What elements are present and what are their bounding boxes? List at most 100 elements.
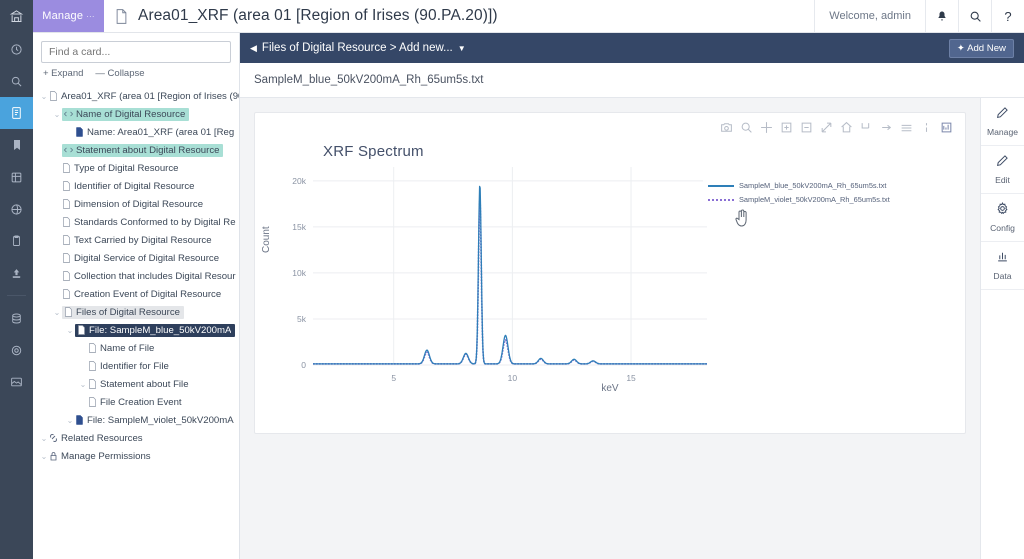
tree-expand-toggle-icon[interactable]: ⌄ bbox=[78, 380, 88, 389]
y-tick-label: 15k bbox=[292, 222, 306, 232]
tree-node-content[interactable]: File: SampleM_violet_50kV200mA bbox=[75, 415, 234, 426]
tree-node[interactable]: Statement about Digital Resource bbox=[33, 141, 239, 159]
rail-item-bookmark[interactable] bbox=[0, 129, 33, 161]
tree-node-content[interactable]: Name of File bbox=[88, 343, 154, 354]
tree-node[interactable]: ⌄Related Resources bbox=[33, 429, 239, 447]
tree-node[interactable]: Standards Conformed to by Digital Re bbox=[33, 213, 239, 231]
manage-tab-overflow-icon[interactable]: ··· bbox=[86, 12, 95, 21]
tool-edit[interactable]: Edit bbox=[981, 146, 1024, 194]
upload-icon bbox=[10, 267, 23, 280]
collapse-button[interactable]: — Collapse bbox=[95, 68, 144, 79]
search-button[interactable] bbox=[958, 0, 991, 32]
tree-node-content[interactable]: Standards Conformed to by Digital Re bbox=[62, 217, 236, 228]
plotly-logo-icon[interactable] bbox=[940, 121, 953, 134]
tree-node[interactable]: ⌄Area01_XRF (area 01 [Region of Irises (… bbox=[33, 87, 239, 105]
tree-node[interactable]: ⌄Files of Digital Resource bbox=[33, 303, 239, 321]
tree-expand-toggle-icon[interactable]: ⌄ bbox=[52, 308, 62, 317]
tree-node-content[interactable]: Digital Service of Digital Resource bbox=[62, 253, 219, 264]
expand-button[interactable]: + Expand bbox=[43, 68, 83, 79]
tree-node[interactable]: Type of Digital Resource bbox=[33, 159, 239, 177]
tree-expand-toggle-icon[interactable]: ⌄ bbox=[39, 434, 49, 443]
tree-node-content[interactable]: Dimension of Digital Resource bbox=[62, 199, 203, 210]
tree-node[interactable]: ⌄ File: SampleM_violet_50kV200mA bbox=[33, 411, 239, 429]
notifications-button[interactable] bbox=[925, 0, 958, 32]
page-icon bbox=[64, 307, 73, 317]
tree-node-content[interactable]: Name of Digital Resource bbox=[62, 108, 189, 121]
tree-node-content[interactable]: Type of Digital Resource bbox=[62, 163, 179, 174]
tree-node-content[interactable]: Statement about File bbox=[88, 379, 189, 390]
rail-item-globe[interactable] bbox=[0, 193, 33, 225]
page-icon bbox=[88, 343, 97, 353]
tool-data[interactable]: Data bbox=[981, 242, 1024, 290]
tool-config[interactable]: Config bbox=[981, 194, 1024, 242]
legend-label-blue: SampleM_blue_50kV200mA_Rh_65um5s.txt bbox=[739, 179, 887, 193]
tree-node-label: File: SampleM_violet_50kV200mA bbox=[87, 415, 234, 426]
rail-item-search[interactable] bbox=[0, 65, 33, 97]
tree-expand-toggle-icon[interactable]: ⌄ bbox=[52, 110, 62, 119]
rail-item-grid[interactable] bbox=[0, 161, 33, 193]
tree-node[interactable]: Text Carried by Digital Resource bbox=[33, 231, 239, 249]
rail-item-settings[interactable] bbox=[0, 334, 33, 366]
spectrum-svg: 05k10k15k20k51015 bbox=[255, 113, 905, 434]
tree-expand-toggle-icon[interactable]: ⌄ bbox=[39, 92, 49, 101]
tree-node[interactable]: ⌄Name of Digital Resource bbox=[33, 105, 239, 123]
tree-node-label: Creation Event of Digital Resource bbox=[74, 289, 221, 300]
legend-item-violet[interactable]: SampleM_violet_50kV200mA_Rh_65um5s.txt bbox=[708, 193, 890, 207]
tree-node-content[interactable]: Identifier for File bbox=[88, 361, 169, 372]
rail-item-database[interactable] bbox=[0, 302, 33, 334]
manage-tab[interactable]: Manage ··· bbox=[33, 0, 104, 32]
tree-node[interactable]: Identifier of Digital Resource bbox=[33, 177, 239, 195]
tree-node[interactable]: ⌄File: SampleM_blue_50kV200mA bbox=[33, 321, 239, 339]
rail-item-upload[interactable] bbox=[0, 257, 33, 289]
vertical-bar-icon[interactable] bbox=[920, 121, 933, 134]
tree-node-content[interactable]: Text Carried by Digital Resource bbox=[62, 235, 212, 246]
tree-expand-toggle-icon[interactable]: ⌄ bbox=[65, 416, 75, 425]
app-logo[interactable] bbox=[0, 0, 33, 33]
tree-node[interactable]: Creation Event of Digital Resource bbox=[33, 285, 239, 303]
tree-node[interactable]: ⌄Statement about File bbox=[33, 375, 239, 393]
tree-node[interactable]: Collection that includes Digital Resour bbox=[33, 267, 239, 285]
add-new-button[interactable]: ✦ Add New bbox=[949, 39, 1014, 58]
tree-node[interactable]: File Creation Event bbox=[33, 393, 239, 411]
tree-node-content[interactable]: Collection that includes Digital Resour bbox=[62, 271, 236, 282]
tree-node[interactable]: Identifier for File bbox=[33, 357, 239, 375]
rail-item-clipboard[interactable] bbox=[0, 225, 33, 257]
page-icon bbox=[62, 289, 71, 299]
tool-manage[interactable]: Manage bbox=[981, 98, 1024, 146]
chevron-left-icon[interactable]: ◀ bbox=[250, 43, 257, 54]
breadcrumb-text[interactable]: Files of Digital Resource > Add new... bbox=[262, 42, 453, 54]
chevron-down-icon[interactable]: ▼ bbox=[458, 44, 466, 53]
rail-item-clock[interactable] bbox=[0, 33, 33, 65]
tree-node-content[interactable]: Statement about Digital Resource bbox=[62, 144, 223, 157]
tree-node-content[interactable]: File: SampleM_blue_50kV200mA bbox=[75, 324, 235, 337]
rail-item-images[interactable] bbox=[0, 366, 33, 398]
tree-node-content[interactable]: Creation Event of Digital Resource bbox=[62, 289, 221, 300]
help-button[interactable]: ? bbox=[991, 0, 1024, 32]
rail-item-cards[interactable] bbox=[0, 97, 33, 129]
page-icon bbox=[62, 199, 71, 209]
tree-node-content[interactable]: Related Resources bbox=[49, 433, 143, 444]
search-input[interactable] bbox=[41, 41, 231, 63]
tree-node-content[interactable]: Area01_XRF (area 01 [Region of Irises (9… bbox=[49, 91, 239, 102]
tree-node-content[interactable]: Files of Digital Resource bbox=[62, 306, 184, 319]
tree-node-content[interactable]: Manage Permissions bbox=[49, 451, 151, 462]
top-bar-actions: Welcome, admin ? bbox=[814, 0, 1024, 32]
tree-node[interactable]: Digital Service of Digital Resource bbox=[33, 249, 239, 267]
file-name-bar: SampleM_blue_50kV200mA_Rh_65um5s.txt bbox=[240, 63, 1024, 98]
tree-node-content[interactable]: Name: Area01_XRF (area 01 [Reg bbox=[75, 127, 234, 138]
tree-node[interactable]: Dimension of Digital Resource bbox=[33, 195, 239, 213]
tree-node[interactable]: Name: Area01_XRF (area 01 [Reg bbox=[33, 123, 239, 141]
tree-expand-toggle-icon[interactable]: ⌄ bbox=[39, 452, 49, 461]
tree-node-content[interactable]: Identifier of Digital Resource bbox=[62, 181, 195, 192]
legend-item-blue[interactable]: SampleM_blue_50kV200mA_Rh_65um5s.txt bbox=[708, 179, 890, 193]
document-icon bbox=[49, 91, 58, 101]
x-tick-label: 5 bbox=[391, 373, 396, 383]
tree-node[interactable]: Name of File bbox=[33, 339, 239, 357]
tree-node[interactable]: ⌄Manage Permissions bbox=[33, 447, 239, 465]
y-tick-label: 5k bbox=[297, 314, 307, 324]
tree-node-label: Collection that includes Digital Resour bbox=[74, 271, 236, 282]
xrf-spectrum-plot[interactable]: XRF Spectrum Count keV 05k10k15k20k51015… bbox=[255, 113, 965, 433]
tree-node-content[interactable]: File Creation Event bbox=[88, 397, 182, 408]
tree-expand-toggle-icon[interactable]: ⌄ bbox=[65, 326, 75, 335]
chart-legend[interactable]: SampleM_blue_50kV200mA_Rh_65um5s.txt Sam… bbox=[703, 175, 896, 211]
